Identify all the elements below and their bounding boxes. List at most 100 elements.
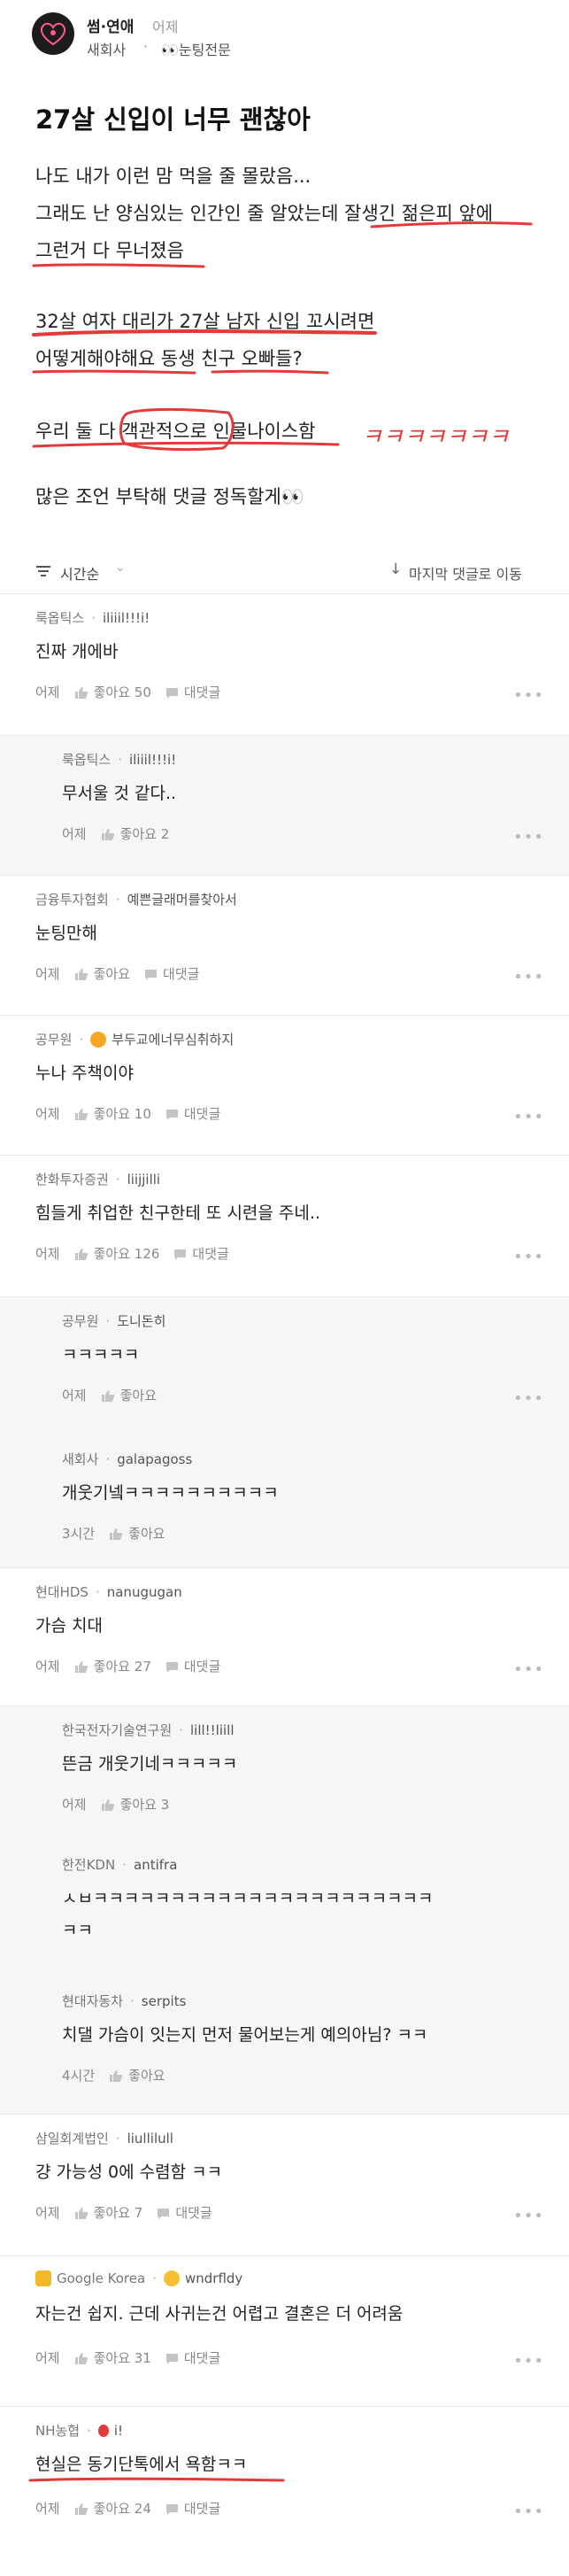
thumb-up-icon <box>110 2070 123 2082</box>
comment-company: 룩옵틱스 <box>62 752 111 768</box>
comment-nickname[interactable]: liullilull <box>127 2131 173 2147</box>
like-button[interactable]: 좋아요 <box>101 1386 157 1404</box>
reply-item: 룩옵틱스 · iliiil!!!i! 무서울 것 같다.. 어제 좋아요 2 •… <box>0 736 569 876</box>
comment-time: 어제 <box>35 2501 60 2517</box>
reply-button[interactable]: 대댓글 <box>165 1104 220 1123</box>
arrow-down-icon[interactable]: ↓ <box>389 561 402 578</box>
comment-nickname[interactable]: i! <box>114 2423 123 2439</box>
speech-bubble-icon <box>158 2208 170 2219</box>
comment-time: 어제 <box>62 826 87 842</box>
comment-nickname[interactable]: 예쁜글래머를찾아서 <box>127 890 237 909</box>
comment-company: 새회사 <box>62 1451 99 1467</box>
post-header: 썸·연애 어제 새회사 · 👀눈팅전문 <box>0 0 569 66</box>
more-options-button[interactable]: ••• <box>513 686 544 705</box>
thumb-up-icon <box>74 2353 88 2364</box>
like-button[interactable]: 좋아요 50 <box>74 683 151 701</box>
board-name[interactable]: 썸·연애 <box>87 14 134 36</box>
comment-nickname[interactable]: antifra <box>134 1857 177 1873</box>
more-options-button[interactable]: ••• <box>513 1660 544 1679</box>
more-options-button[interactable]: ••• <box>513 2352 544 2371</box>
like-button[interactable]: 좋아요 <box>74 964 130 983</box>
comment-actions: 어제 좋아요 7 대댓글 <box>35 2203 212 2222</box>
more-options-button[interactable]: ••• <box>513 2503 544 2521</box>
post-line-7: 많은 조언 부탁해 댓글 정독할게👀 <box>35 486 305 507</box>
comment-meta: 삼일회계법인 · liullilull <box>35 2129 173 2147</box>
reply-button[interactable]: 대댓글 <box>165 683 220 701</box>
more-options-button[interactable]: ••• <box>513 968 544 986</box>
like-count: 좋아요 10 <box>93 1106 151 1122</box>
more-options-button[interactable]: ••• <box>513 1389 544 1408</box>
comment-nickname[interactable]: 부두교에너무심취하지 <box>111 1030 234 1048</box>
comment-company: 룩옵틱스 <box>35 610 85 626</box>
comment-actions: 어제 좋아요 24 대댓글 <box>35 2499 220 2518</box>
comment-nickname[interactable]: nanugugan <box>107 1584 182 1600</box>
comment-nickname[interactable]: galapagoss <box>117 1451 192 1467</box>
post-title: 27살 신입이 너무 괜찮아 <box>35 104 311 135</box>
like-button[interactable]: 좋아요 31 <box>74 2348 151 2367</box>
like-button[interactable]: 좋아요 24 <box>74 2499 151 2518</box>
comment-company: 삼일회계법인 <box>35 2131 109 2147</box>
comment-text: 치댈 가슴이 잇는지 먼저 물어보는게 예의아님? ㅋㅋ <box>62 2025 428 2045</box>
red-marker-annotations: ㅋㅋㅋㅋㅋㅋㅋ <box>32 221 533 452</box>
chevron-down-icon[interactable]: ⌄ <box>115 561 126 575</box>
thumb-up-icon <box>74 969 88 980</box>
reply-item: 새회사 · galapagoss 개웃기넼ㅋㅋㅋㅋㅋㅋㅋㅋㅋㅋ 3시간 좋아요 <box>0 1435 569 1568</box>
comment-company: 현대자동차 <box>62 1993 124 2009</box>
speech-bubble-icon <box>165 2503 178 2515</box>
more-options-button[interactable]: ••• <box>513 828 544 847</box>
like-count: 좋아요 2 <box>119 826 170 842</box>
reply-button[interactable]: 대댓글 <box>144 964 199 983</box>
reply-label: 대댓글 <box>192 1246 229 1262</box>
like-button[interactable]: 좋아요 2 <box>101 824 170 843</box>
more-options-button[interactable]: ••• <box>513 2207 544 2225</box>
reply-button[interactable]: 대댓글 <box>165 2348 220 2367</box>
comment-actions: 어제 좋아요 10 대댓글 <box>35 1104 220 1123</box>
reply-button[interactable]: 대댓글 <box>173 1244 229 1263</box>
like-button[interactable]: 좋아요 10 <box>74 1104 151 1123</box>
meta-separator: · <box>115 2130 120 2147</box>
meta-separator: · <box>87 2422 91 2439</box>
comment-meta: 새회사 · galapagoss <box>62 1450 192 1468</box>
thumb-up-icon <box>74 1661 88 1673</box>
google-korea-company-icon <box>35 2270 51 2286</box>
like-button[interactable]: 좋아요 3 <box>101 1795 169 1814</box>
thumb-up-icon <box>74 2208 88 2219</box>
meta-separator: · <box>95 1583 100 1600</box>
comment-actions: 어제 좋아요 31 대댓글 <box>35 2348 220 2367</box>
reply-item: 공무원 · 도니돈히 ㅋㅋㅋㅋㅋ 어제 좋아요 ••• <box>0 1297 569 1435</box>
reply-item: 한국전자기술연구원 · lill!!liill 뜬금 개웃기네ㅋㅋㅋㅋㅋ 어제 … <box>0 1706 569 1841</box>
comment-sort-bar: 시간순 ⌄ ↓ 마지막 댓글로 이동 <box>0 545 569 598</box>
comment-nickname[interactable]: 도니돈히 <box>117 1311 165 1330</box>
sort-icon[interactable] <box>35 564 51 578</box>
reply-button[interactable]: 대댓글 <box>165 2499 220 2518</box>
comment-item: Google Korea · wndrfldy 자는건 쉽지. 근데 사귀는건 … <box>0 2256 569 2407</box>
meta-separator: · <box>105 1450 111 1467</box>
comment-nickname[interactable]: wndrfldy <box>185 2270 242 2286</box>
comment-meta: 한국전자기술연구원 · lill!!liill <box>62 1721 235 1739</box>
comment-nickname[interactable]: iliiil!!!i! <box>129 752 176 768</box>
comment-meta: NH농협 · i! <box>35 2421 123 2440</box>
reply-button[interactable]: 대댓글 <box>165 1657 220 1675</box>
comment-nickname[interactable]: liijjilli <box>127 1172 161 1187</box>
more-options-button[interactable]: ••• <box>513 1108 544 1126</box>
comment-time: 어제 <box>35 966 60 982</box>
like-button[interactable]: 좋아요 126 <box>74 1244 159 1263</box>
jump-to-last-comment-link[interactable]: 마지막 댓글로 이동 <box>409 562 522 584</box>
like-button[interactable]: 좋아요 27 <box>74 1657 151 1675</box>
comment-nickname[interactable]: lill!!liill <box>190 1722 235 1738</box>
comment-item: 룩옵틱스 · iliiil!!!i! 진짜 개에바 어제 좋아요 50 대댓글 … <box>0 594 569 736</box>
like-button[interactable]: 좋아요 <box>109 1524 165 1543</box>
like-count: 좋아요 7 <box>93 2205 143 2221</box>
comment-nickname[interactable]: serpits <box>142 1993 187 2009</box>
like-button[interactable]: 좋아요 <box>109 2066 165 2085</box>
like-button[interactable]: 좋아요 7 <box>74 2203 143 2222</box>
post-line-3: 그런거 다 무너졌음 <box>35 240 184 261</box>
more-options-button[interactable]: ••• <box>513 1248 544 1266</box>
meta-separator: · <box>179 1721 183 1738</box>
reply-button[interactable]: 대댓글 <box>157 2203 212 2222</box>
board-avatar[interactable] <box>32 12 74 55</box>
comment-time: 어제 <box>35 1246 60 1262</box>
author-nickname[interactable]: 👀눈팅전문 <box>161 38 231 59</box>
sort-order-label[interactable]: 시간순 <box>60 562 99 584</box>
comment-nickname[interactable]: iliiil!!!i! <box>103 610 150 626</box>
